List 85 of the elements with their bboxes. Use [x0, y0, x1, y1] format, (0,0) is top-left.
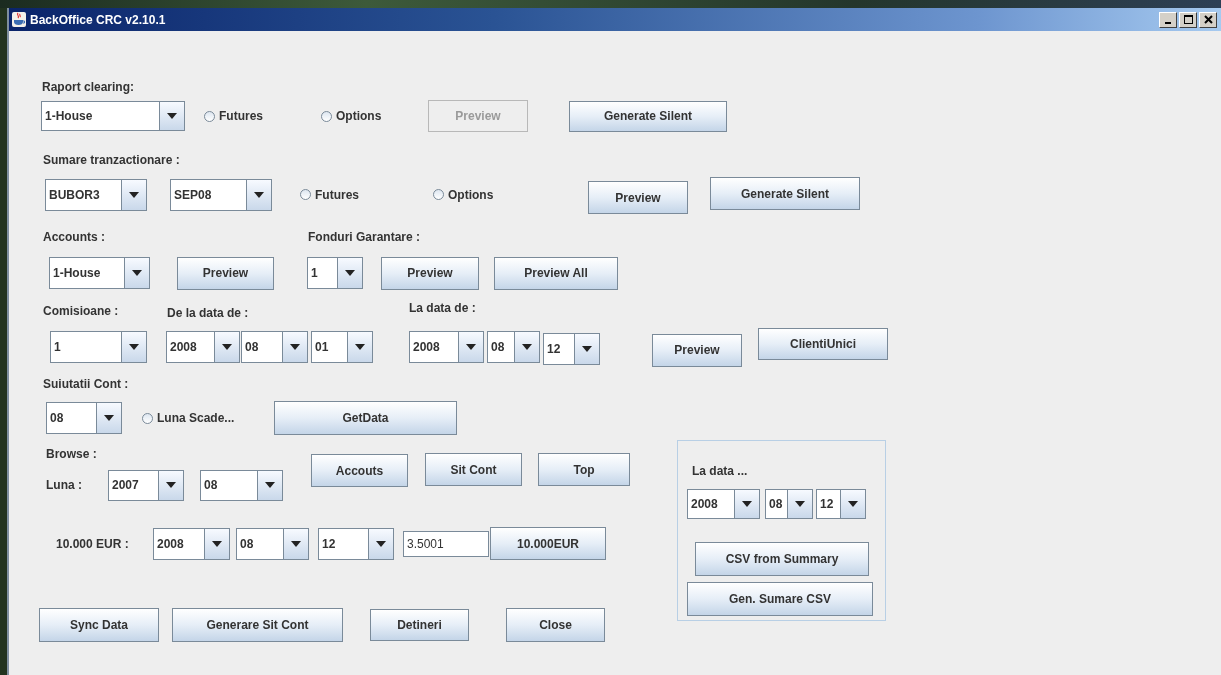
caret-icon — [742, 501, 752, 507]
generate-silent-button[interactable]: Generate Silent — [710, 177, 860, 210]
dropdown[interactable]: 08 — [46, 402, 122, 434]
generate-csv-button[interactable]: Gen. Sumare CSV — [687, 582, 873, 616]
accounts-button[interactable]: Accouts — [311, 454, 408, 487]
radio-button[interactable]: Futures — [300, 187, 433, 202]
section-label: Suiutatii Cont : — [43, 376, 129, 392]
minimize-button[interactable] — [1159, 11, 1177, 28]
section-label: Sumare tranzactionare : — [43, 152, 180, 168]
caret-icon — [265, 482, 275, 488]
eur-button[interactable]: 10.000EUR — [490, 527, 606, 560]
preview-button[interactable]: Preview — [652, 333, 742, 367]
dropdown[interactable]: 2008 — [153, 527, 230, 560]
dropdown[interactable]: 2008 — [409, 331, 484, 363]
generate-button[interactable]: Generare Sit Cont — [172, 607, 343, 642]
csv-summary-button[interactable]: CSV from Summary — [695, 542, 869, 576]
close-icon — [1203, 15, 1213, 24]
field-label: Comisioane : — [43, 303, 120, 319]
dropdown[interactable]: 2008 — [166, 331, 240, 363]
get-data-button[interactable]: GetData — [274, 401, 457, 435]
coffee-cup-icon — [12, 12, 26, 27]
dropdown[interactable]: 08 — [487, 331, 540, 363]
caret-icon — [254, 191, 264, 198]
field-label: La data ... — [692, 463, 748, 479]
caret-icon — [376, 540, 386, 547]
radio-button[interactable]: Options — [321, 109, 411, 123]
close-button[interactable]: Close — [506, 607, 605, 642]
section-label: Fonduri Garantare : — [308, 229, 420, 245]
caret-icon — [522, 344, 532, 350]
dropdown[interactable]: 01 — [311, 331, 373, 363]
caret-icon — [848, 501, 858, 507]
field-label: 10.000 EUR : — [56, 535, 130, 552]
caret-icon — [104, 415, 114, 421]
top-button[interactable]: Top — [538, 453, 630, 486]
section-label: Accounts : — [43, 229, 106, 245]
dropdown[interactable]: BUBOR3 — [45, 178, 147, 211]
caret-icon — [345, 270, 355, 276]
caret-icon — [222, 344, 232, 350]
dropdown[interactable]: 1-House — [41, 101, 185, 131]
caret-icon — [466, 344, 476, 350]
field-label: De la data de : — [167, 305, 250, 321]
close-button[interactable] — [1199, 11, 1217, 28]
radio-button[interactable]: Options — [433, 187, 543, 202]
caret-icon — [167, 113, 177, 119]
caret-icon — [132, 270, 142, 276]
caret-icon — [291, 540, 301, 547]
preview-all-button[interactable]: Preview All — [494, 256, 618, 290]
dropdown[interactable]: 12 — [816, 489, 866, 519]
caret-icon — [129, 191, 139, 198]
window-title: BackOffice CRC v2.10.1 — [30, 12, 166, 27]
dropdown[interactable]: 1 — [307, 257, 363, 289]
preview-button[interactable]: Preview — [588, 181, 688, 214]
dropdown[interactable]: 08 — [765, 489, 813, 519]
dropdown[interactable]: 1 — [50, 331, 147, 363]
sync-data-button[interactable]: Sync Data — [39, 607, 159, 642]
caret-icon — [290, 344, 300, 350]
dropdown[interactable]: 12 — [318, 527, 394, 560]
caret-icon — [166, 482, 176, 488]
dropdown[interactable]: 08 — [241, 331, 308, 363]
section-label: Browse : — [46, 446, 98, 462]
caret-icon — [582, 346, 592, 352]
preview-button[interactable]: Preview — [177, 256, 274, 290]
dropdown[interactable]: 08 — [236, 527, 309, 560]
field-label: Luna : — [46, 477, 83, 493]
account-status-button[interactable]: Sit Cont — [425, 453, 522, 486]
section-label: Raport clearing: — [42, 79, 134, 95]
caret-icon — [129, 344, 139, 350]
holdings-button[interactable]: Detineri — [370, 608, 469, 641]
caret-icon — [212, 540, 222, 547]
dropdown[interactable]: 1-House — [49, 257, 150, 289]
dropdown[interactable]: 08 — [200, 469, 283, 501]
rate-input[interactable]: 3.5001 — [403, 530, 489, 557]
dropdown[interactable]: 2008 — [687, 489, 760, 519]
maximize-button[interactable] — [1179, 11, 1197, 28]
unique-clients-button[interactable]: ClientiUnici — [758, 328, 888, 360]
preview-button[interactable]: Preview — [381, 256, 479, 290]
dropdown[interactable]: 2007 — [108, 469, 184, 501]
caret-icon — [795, 501, 805, 507]
generate-silent-button[interactable]: Generate Silent — [569, 100, 727, 132]
radio-button[interactable]: Futures — [204, 109, 321, 123]
dropdown[interactable]: 12 — [543, 333, 600, 365]
field-label: La data de : — [409, 300, 476, 316]
radio-button[interactable]: Luna Scade... — [142, 411, 274, 425]
dropdown[interactable]: SEP08 — [170, 178, 272, 211]
caret-icon — [355, 344, 365, 350]
